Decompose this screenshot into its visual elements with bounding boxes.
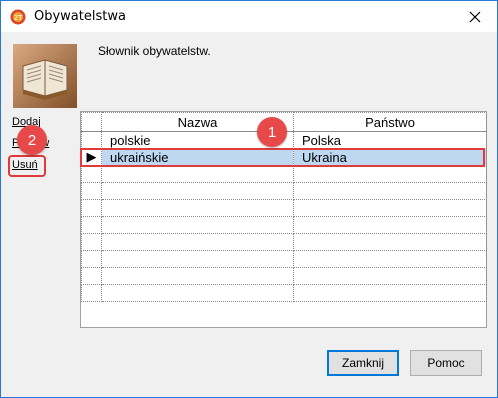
- close-icon: [469, 11, 481, 22]
- empty-row[interactable]: [81, 216, 487, 234]
- cell-country[interactable]: Ukraina: [293, 148, 487, 166]
- citizenship-grid[interactable]: Nazwa Państwo polskie Polska ▶ ukraiński…: [80, 111, 487, 328]
- empty-row[interactable]: [81, 165, 487, 183]
- window-title: Obywatelstwa: [34, 9, 126, 24]
- dialog-window: 2T Obywatelstwa Słownik obywatelstw. Dod…: [0, 0, 498, 398]
- cell-country[interactable]: Polska: [293, 131, 487, 149]
- title-bar: 2T Obywatelstwa: [1, 1, 497, 32]
- table-row-selected[interactable]: ▶ ukraińskie Ukraina: [81, 148, 487, 166]
- row-selector[interactable]: [81, 131, 102, 149]
- empty-row[interactable]: [81, 250, 487, 268]
- row-selector-header: [81, 112, 102, 132]
- callout-badge-2: 2: [17, 125, 47, 155]
- empty-row[interactable]: [81, 182, 487, 200]
- selected-row-marker-icon[interactable]: ▶: [81, 148, 102, 166]
- empty-row[interactable]: [81, 199, 487, 217]
- close-button[interactable]: Zamknij: [327, 350, 399, 376]
- empty-row[interactable]: [81, 284, 487, 302]
- column-header-country[interactable]: Państwo: [293, 112, 487, 132]
- empty-row[interactable]: [81, 267, 487, 285]
- callout-badge-1: 1: [257, 117, 287, 147]
- dialog-description: Słownik obywatelstw.: [98, 44, 211, 58]
- delete-link[interactable]: Usuń: [12, 159, 38, 171]
- svg-text:2T: 2T: [14, 14, 23, 22]
- app-icon: 2T: [10, 9, 26, 25]
- dictionary-book-icon: [13, 44, 77, 108]
- close-window-button[interactable]: [453, 1, 497, 32]
- empty-row[interactable]: [81, 233, 487, 251]
- help-button[interactable]: Pomoc: [410, 350, 482, 376]
- cell-name[interactable]: ukraińskie: [101, 148, 294, 166]
